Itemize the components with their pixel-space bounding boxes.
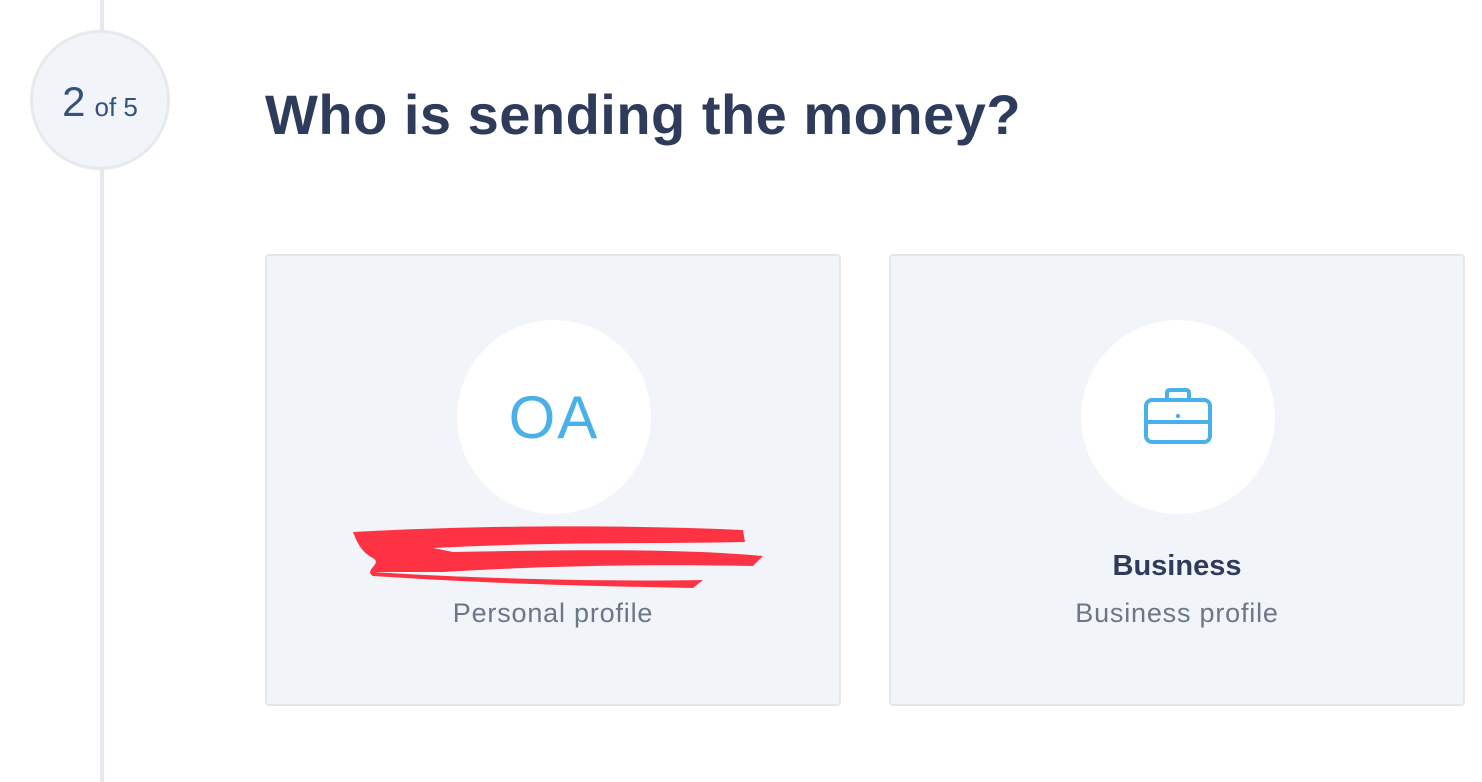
page-title: Who is sending the money?: [265, 83, 1022, 146]
business-profile-label: Business profile: [1075, 598, 1279, 628]
page: 2 of 5 Who is sending the money? OA Pers…: [0, 0, 1482, 782]
step-number: 2: [62, 78, 86, 125]
personal-profile-card[interactable]: OA Personal profile: [265, 254, 841, 706]
redacted-name: [353, 526, 763, 588]
avatar: OA: [457, 320, 651, 514]
business-icon-circle: [1081, 320, 1275, 514]
step-indicator: 2 of 5: [30, 30, 170, 170]
personal-profile-label: Personal profile: [452, 598, 654, 628]
business-title: Business: [1112, 550, 1242, 582]
avatar-initials: OA: [508, 383, 600, 451]
business-profile-card[interactable]: Business Business profile: [889, 254, 1465, 706]
step-total: of 5: [94, 92, 138, 122]
briefcase-icon: [1144, 388, 1212, 444]
